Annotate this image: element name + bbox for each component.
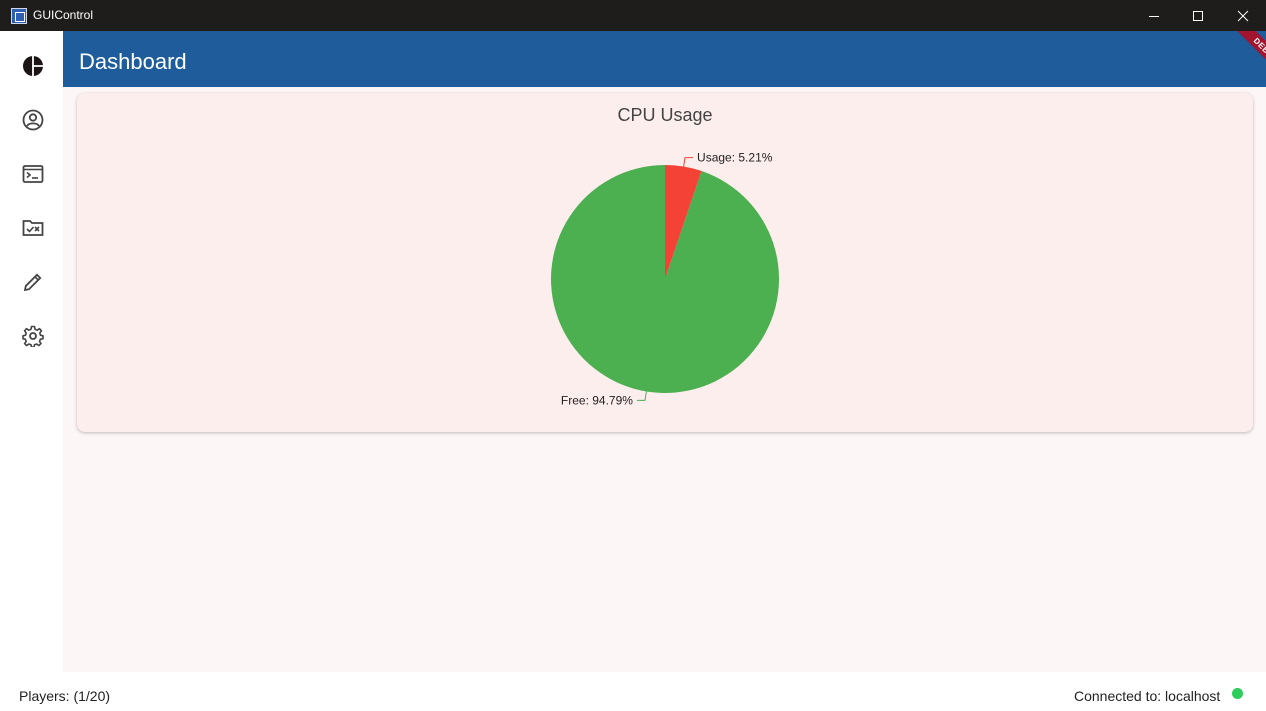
cpu-usage-pie-chart: CPU Usage Usage: 5.21% Free: 94.79%: [551, 105, 779, 407]
chart-title: CPU Usage: [617, 105, 712, 125]
players-count: Players: (1/20): [19, 688, 111, 704]
account-circle-icon: [22, 109, 44, 131]
app-window: GUIControl Dashboard DEBUG CPU Usage Usa…: [0, 0, 1266, 711]
leader-line-usage: [683, 157, 694, 167]
sidebar-item-players[interactable]: [22, 109, 44, 131]
sidebar-item-editor[interactable]: [22, 271, 44, 293]
minimize-button[interactable]: [1131, 0, 1177, 31]
close-icon: [1237, 10, 1249, 21]
folder-check-icon: [22, 220, 44, 236]
maximize-icon: [1193, 10, 1203, 21]
main-content: CPU Usage Usage: 5.21% Free: 94.79%: [63, 87, 1266, 672]
sidebar-item-console[interactable]: [22, 163, 44, 185]
data-label-free: Free: 94.79%: [561, 393, 633, 407]
window-title: GUIControl: [33, 8, 94, 22]
sidebar-item-files[interactable]: [22, 217, 44, 239]
debug-banner: DEBUG: [1229, 31, 1266, 87]
app-icon: [11, 8, 27, 24]
title-bar[interactable]: GUIControl: [0, 0, 1266, 31]
maximize-button[interactable]: [1175, 0, 1221, 31]
sidebar-item-dashboard[interactable]: [22, 55, 44, 77]
cpu-usage-card: CPU Usage Usage: 5.21% Free: 94.79%: [77, 93, 1253, 432]
close-button[interactable]: [1220, 0, 1266, 31]
pie-chart-icon: [23, 56, 43, 76]
app-header: Dashboard DEBUG: [63, 31, 1266, 87]
connection-indicator: [1232, 688, 1243, 699]
data-label-usage: Usage: 5.21%: [697, 151, 773, 165]
leader-line-free: [636, 391, 647, 401]
sidebar-item-settings[interactable]: [22, 325, 44, 347]
pie-slice-free: [551, 165, 779, 393]
connection-status: Connected to: localhost: [1074, 688, 1221, 704]
sidebar: [3, 31, 63, 672]
minimize-icon: [1149, 15, 1159, 17]
pencil-icon: [23, 273, 42, 292]
terminal-icon: [22, 165, 44, 183]
gear-icon: [22, 325, 44, 347]
page-title: Dashboard: [79, 49, 187, 74]
status-bar: Players: (1/20) Connected to: localhost: [3, 672, 1266, 711]
